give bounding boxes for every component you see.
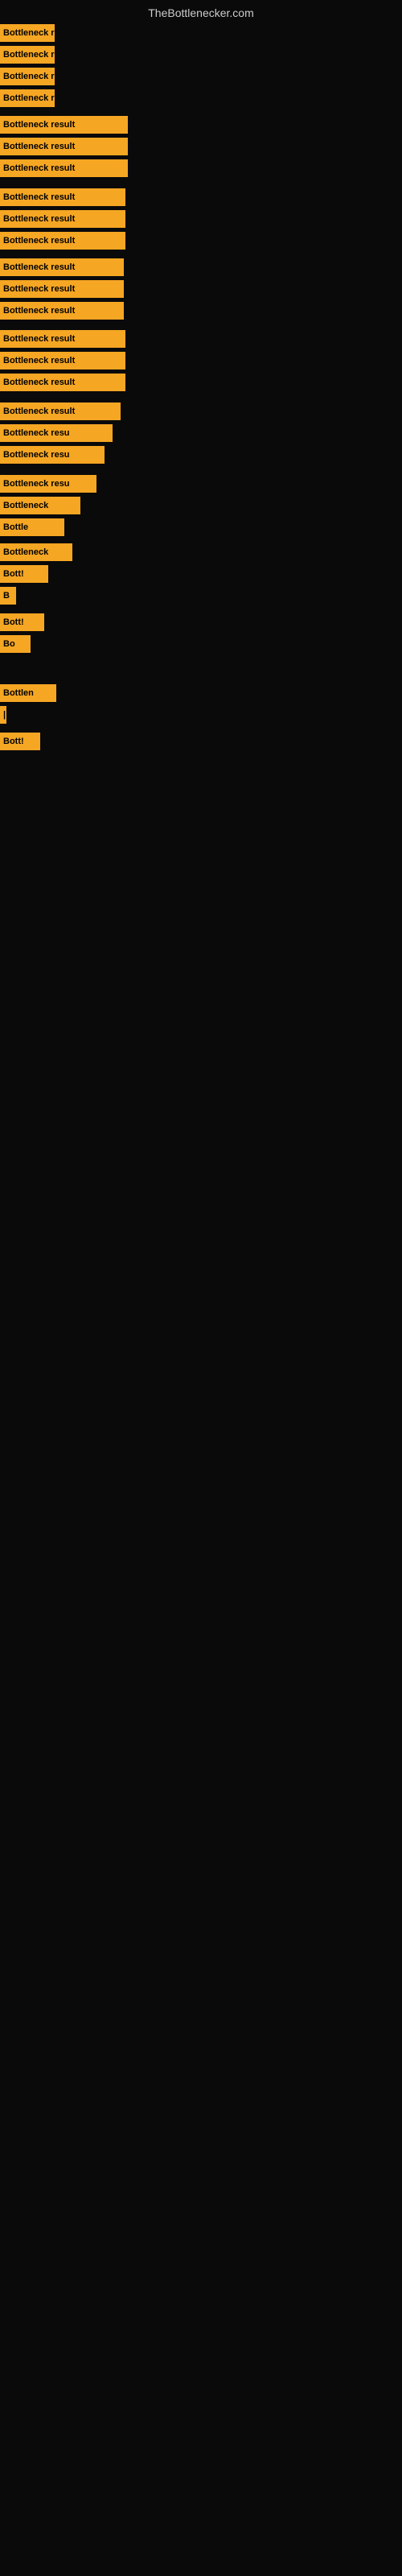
bottleneck-result-bar: Bottleneck result xyxy=(0,352,125,369)
bottleneck-result-label: Bottleneck resu xyxy=(3,428,70,438)
bottleneck-result-bar: Bottleneck xyxy=(0,543,72,561)
bottleneck-result-bar: Bottleneck result xyxy=(0,330,125,348)
bottleneck-result-label: Bottleneck result xyxy=(3,72,55,81)
bottleneck-result-label: Bottleneck xyxy=(3,501,48,510)
bottleneck-result-label: Bottleneck result xyxy=(3,262,75,272)
bottleneck-result-bar: Bottleneck result xyxy=(0,188,125,206)
bottleneck-result-label: Bottleneck result xyxy=(3,192,75,202)
bottleneck-result-label: Bottleneck result xyxy=(3,120,75,130)
bottleneck-result-label: Bottle xyxy=(3,522,28,532)
bottleneck-result-bar: Bottleneck result xyxy=(0,210,125,228)
bottleneck-result-bar: Bottle xyxy=(0,518,64,536)
bottleneck-result-label: B xyxy=(3,591,10,601)
bottleneck-result-label: Bottleneck result xyxy=(3,284,75,294)
bottleneck-result-label: Bott! xyxy=(3,617,24,627)
bottleneck-result-bar: Bottleneck result xyxy=(0,46,55,64)
bottleneck-result-label: Bottleneck result xyxy=(3,378,75,387)
bottleneck-result-bar: | xyxy=(0,706,6,724)
bottleneck-result-bar: Bott! xyxy=(0,733,40,750)
bottleneck-result-bar: Bottleneck result xyxy=(0,89,55,107)
bottleneck-result-bar: Bottleneck xyxy=(0,497,80,514)
bottleneck-result-bar: Bottleneck result xyxy=(0,138,128,155)
bottleneck-result-label: Bottleneck result xyxy=(3,93,55,103)
bottleneck-result-bar: Bottleneck result xyxy=(0,116,128,134)
bottleneck-result-bar: Bottleneck result xyxy=(0,302,124,320)
bottleneck-result-label: Bott! xyxy=(3,569,24,579)
bottleneck-result-bar: Bottleneck result xyxy=(0,258,124,276)
bottleneck-result-bar: Bottleneck result xyxy=(0,68,55,85)
bottleneck-result-bar: Bott! xyxy=(0,565,48,583)
bottleneck-result-bar: Bottlen xyxy=(0,684,56,702)
bottleneck-result-label: Bottleneck resu xyxy=(3,479,70,489)
bottleneck-result-bar: Bo xyxy=(0,635,31,653)
bottleneck-result-label: Bottleneck result xyxy=(3,28,55,38)
bottleneck-result-label: Bottlen xyxy=(3,688,34,698)
bottleneck-result-label: Bottleneck result xyxy=(3,142,75,151)
bottleneck-result-label: Bottleneck result xyxy=(3,306,75,316)
bottleneck-result-bar: Bottleneck resu xyxy=(0,475,96,493)
bottleneck-result-bar: B xyxy=(0,587,16,605)
bottleneck-result-bar: Bottleneck resu xyxy=(0,424,113,442)
bottleneck-result-bar: Bottleneck resu xyxy=(0,446,105,464)
bottleneck-result-label: Bott! xyxy=(3,737,24,746)
site-title: TheBottlenecker.com xyxy=(0,0,402,26)
bottleneck-result-bar: Bottleneck result xyxy=(0,232,125,250)
bottleneck-result-bar: Bottleneck result xyxy=(0,159,128,177)
bottleneck-result-bar: Bottleneck result xyxy=(0,402,121,420)
bottleneck-result-label: Bottleneck result xyxy=(3,407,75,416)
bottleneck-result-bar: Bottleneck result xyxy=(0,24,55,42)
bottleneck-result-bar: Bottleneck result xyxy=(0,280,124,298)
bottleneck-result-bar: Bottleneck result xyxy=(0,374,125,391)
bottleneck-result-label: Bo xyxy=(3,639,15,649)
bottleneck-result-label: Bottleneck resu xyxy=(3,450,70,460)
bottleneck-result-label: Bottleneck result xyxy=(3,334,75,344)
bottleneck-result-label: Bottleneck result xyxy=(3,214,75,224)
bottleneck-result-label: | xyxy=(3,710,6,720)
bottleneck-result-label: Bottleneck result xyxy=(3,356,75,365)
bottleneck-result-label: Bottleneck result xyxy=(3,50,55,60)
bottleneck-result-label: Bottleneck result xyxy=(3,236,75,246)
bottleneck-result-label: Bottleneck xyxy=(3,547,48,557)
bottleneck-result-bar: Bott! xyxy=(0,613,44,631)
bottleneck-result-label: Bottleneck result xyxy=(3,163,75,173)
